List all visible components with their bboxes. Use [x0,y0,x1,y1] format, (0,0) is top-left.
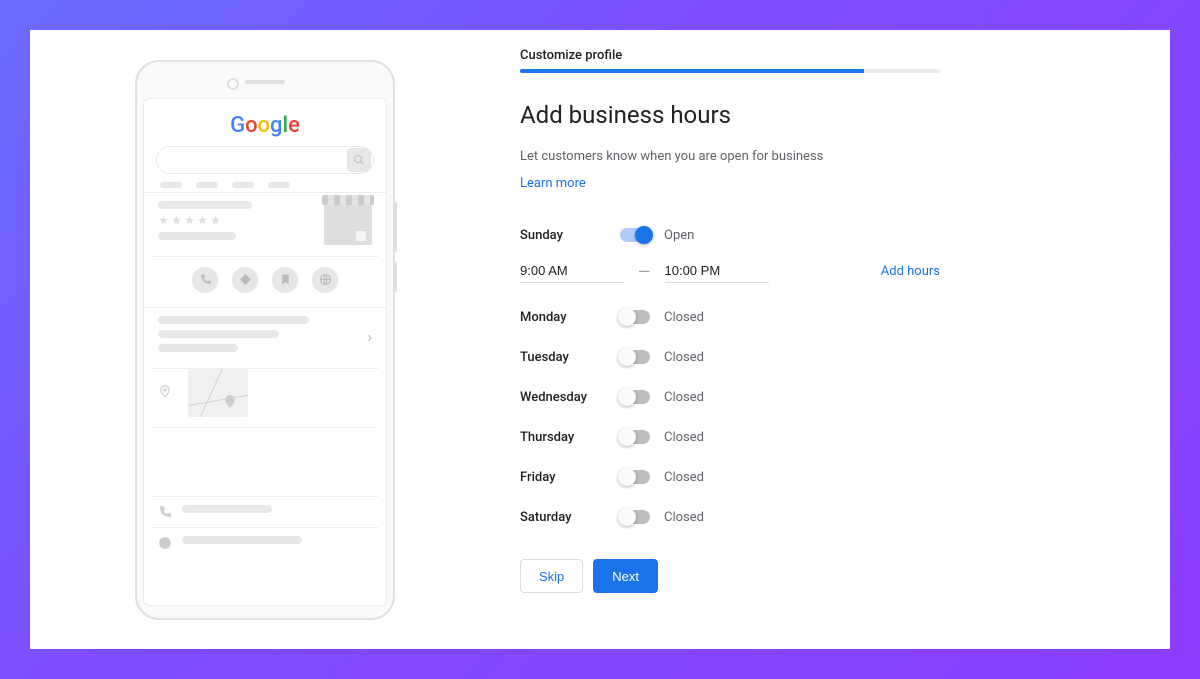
map-pin-icon [158,383,172,402]
day-name: Friday [520,470,620,485]
search-bar-mock [156,146,374,174]
day-status: Closed [664,470,704,485]
day-toggle[interactable] [620,470,650,484]
day-status: Closed [664,510,704,525]
day-name: Thursday [520,430,620,445]
page-subtitle: Let customers know when you are open for… [520,149,940,164]
next-button[interactable]: Next [593,559,658,593]
phone-mockup: Google [135,60,395,620]
day-row: Monday Closed [520,297,940,337]
day-status: Closed [664,390,704,405]
day-status: Closed [664,310,704,325]
time-range-row: — Add hours [520,259,940,283]
day-row: Saturday Closed [520,497,940,537]
storefront-icon [324,201,372,245]
phone-preview-column: Google [90,40,440,639]
day-row: Sunday Open [520,215,940,255]
day-toggle[interactable] [620,390,650,404]
day-toggle[interactable] [620,310,650,324]
day-row: Thursday Closed [520,417,940,457]
action-chips-mock [152,257,378,303]
open-time-input[interactable] [520,259,624,283]
business-card-mock [152,201,378,257]
page-title: Add business hours [520,101,940,129]
form-column: Customize profile Add business hours Let… [520,40,940,639]
button-row: Skip Next [520,559,940,593]
website-row-mock [152,527,378,558]
map-thumbnail [188,369,248,417]
add-hours-link[interactable]: Add hours [881,264,940,279]
learn-more-link[interactable]: Learn more [520,176,586,191]
phone-row-mock [152,496,378,527]
days-list: Sunday Open — Add hours Monday Closed Tuesday C… [520,215,940,537]
close-time-input[interactable] [665,259,769,283]
chevron-right-icon: › [367,327,372,346]
day-name: Sunday [520,228,620,243]
day-row: Friday Closed [520,457,940,497]
phone-screen: Google [143,98,387,606]
day-toggle[interactable] [620,350,650,364]
time-dash: — [638,262,651,281]
day-row: Tuesday Closed [520,337,940,377]
day-name: Monday [520,310,620,325]
google-logo: Google [152,113,378,138]
day-status: Closed [664,430,704,445]
call-icon [192,267,218,293]
search-tabs-mock [152,182,378,188]
day-status: Closed [664,350,704,365]
day-toggle[interactable] [620,430,650,444]
globe-icon [312,267,338,293]
directions-icon [232,267,258,293]
address-row-mock [152,369,378,428]
day-name: Wednesday [520,390,620,405]
day-status: Open [664,228,694,243]
search-icon [347,148,371,172]
info-row-mock: › [152,316,378,369]
app-frame: Google [30,30,1170,649]
bookmark-icon [272,267,298,293]
day-name: Tuesday [520,350,620,365]
day-toggle[interactable] [620,510,650,524]
day-name: Saturday [520,510,620,525]
step-label: Customize profile [520,48,940,63]
day-row: Wednesday Closed [520,377,940,417]
day-toggle[interactable] [620,228,650,242]
progress-bar [520,69,940,73]
skip-button[interactable]: Skip [520,559,583,593]
